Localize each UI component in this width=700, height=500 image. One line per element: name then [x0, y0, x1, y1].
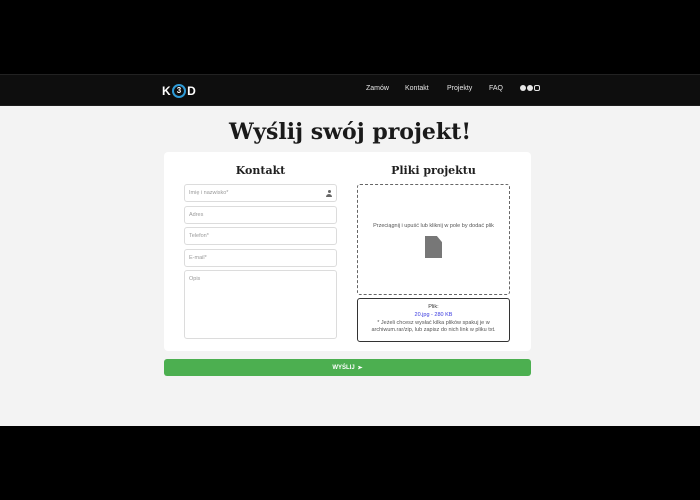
address-field[interactable]: Adres	[184, 206, 337, 224]
file-dropzone[interactable]: Przeciągnij i upuść lub kliknij w pole b…	[357, 184, 510, 295]
dropzone-text: Przeciągnij i upuść lub kliknij w pole b…	[373, 223, 494, 229]
address-placeholder: Adres	[189, 212, 204, 218]
nav-link-projekty[interactable]: Projekty	[447, 85, 472, 92]
email-placeholder: E-mail*	[189, 255, 207, 261]
files-heading: Pliki projektu	[391, 164, 476, 177]
name-placeholder: Imię i nazwisko*	[189, 190, 229, 196]
send-label: WYŚLIJ	[332, 364, 355, 371]
facebook-icon[interactable]	[520, 85, 526, 91]
file-icon	[425, 236, 442, 258]
nav-links: Zamów Kontakt Projekty FAQ	[0, 75, 700, 107]
phone-field[interactable]: Telefon*	[184, 227, 337, 245]
description-field[interactable]: Opis	[184, 270, 337, 339]
github-icon[interactable]	[527, 85, 533, 91]
project-form-card: Kontakt Imię i nazwisko* Adres Telefon* …	[164, 152, 531, 351]
send-icon	[357, 365, 363, 370]
page: K 3 D Zamów Kontakt Projekty FAQ Wyślij …	[0, 0, 700, 500]
name-field[interactable]: Imię i nazwisko*	[184, 184, 337, 202]
nav-link-zamow[interactable]: Zamów	[366, 85, 389, 92]
file-note: * Jeżeli chcesz wysłać kilka plików spak…	[371, 320, 496, 334]
file-entry[interactable]: 20.jpg - 280 KB	[358, 312, 509, 318]
nav-link-faq[interactable]: FAQ	[489, 85, 503, 92]
navbar: K 3 D Zamów Kontakt Projekty FAQ	[0, 74, 700, 106]
contact-heading: Kontakt	[235, 164, 286, 177]
file-info-box: Plik: 20.jpg - 280 KB * Jeżeli chcesz wy…	[357, 298, 510, 342]
description-placeholder: Opis	[189, 276, 201, 282]
email-field[interactable]: E-mail*	[184, 249, 337, 267]
nav-link-kontakt[interactable]: Kontakt	[405, 85, 429, 92]
page-title: Wyślij swój projekt!	[228, 119, 471, 145]
phone-placeholder: Telefon*	[189, 233, 209, 239]
social-icons	[520, 85, 540, 91]
send-button[interactable]: WYŚLIJ	[164, 359, 531, 376]
person-icon	[326, 190, 332, 197]
instagram-icon[interactable]	[534, 85, 540, 91]
main-content: Wyślij swój projekt! Kontakt Imię i nazw…	[0, 106, 700, 426]
file-label: Plik:	[428, 304, 439, 310]
